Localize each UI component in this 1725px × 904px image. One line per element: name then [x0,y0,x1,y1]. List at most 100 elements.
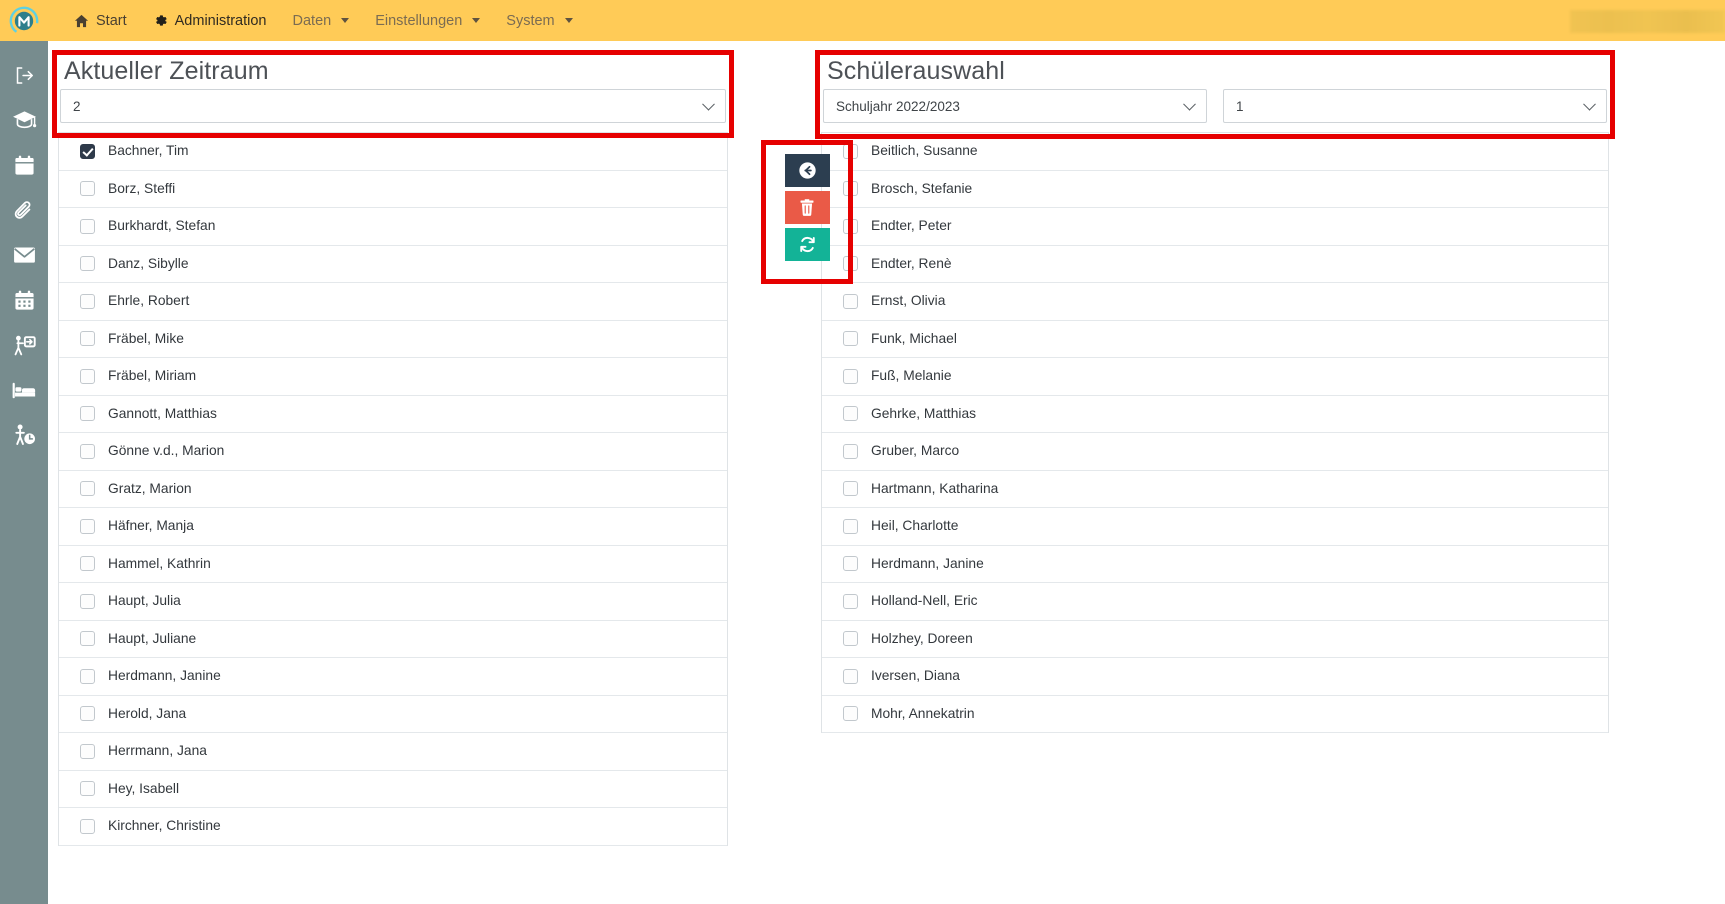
student-checkbox[interactable] [80,593,95,609]
list-item[interactable]: Iversen, Diana [822,658,1608,696]
list-item[interactable]: Herrmann, Jana [59,733,727,771]
nav-item-daten-label: Daten [292,12,332,29]
right-student-list[interactable]: Beitlich, Susanne Brosch, Stefanie Endter,… [821,132,1609,733]
nav-item-administration[interactable]: Administration [140,0,280,41]
student-checkbox[interactable] [80,331,95,347]
student-checkbox[interactable] [80,556,95,572]
student-checkbox[interactable] [843,368,858,384]
student-checkbox[interactable] [843,256,858,272]
list-item[interactable]: Burkhardt, Stefan [59,208,727,246]
list-item[interactable]: Hammel, Kathrin [59,545,727,583]
list-item[interactable]: Heil, Charlotte [822,508,1608,546]
list-item[interactable]: Fräbel, Mike [59,320,727,358]
delete-button[interactable] [784,191,830,224]
list-item[interactable]: Ehrle, Robert [59,283,727,321]
student-checkbox[interactable] [80,706,95,722]
list-item[interactable]: Funk, Michael [822,320,1608,358]
student-checkbox[interactable] [843,668,858,684]
list-item[interactable]: Gehrke, Matthias [822,395,1608,433]
list-item[interactable]: Borz, Steffi [59,170,727,208]
schoolyear-select[interactable]: Schuljahr 2022/2023 [823,89,1207,123]
student-checkbox[interactable] [80,256,95,272]
list-item[interactable]: Beitlich, Susanne [822,133,1608,171]
sidebar-item-logout[interactable] [2,59,46,91]
student-checkbox[interactable] [80,781,95,797]
student-checkbox[interactable] [80,481,95,497]
student-checkbox[interactable] [843,331,858,347]
student-checkbox[interactable] [843,218,858,234]
list-item[interactable]: Herold, Jana [59,695,727,733]
student-checkbox[interactable] [843,706,858,722]
student-checkbox[interactable] [843,181,858,197]
list-item[interactable]: Fräbel, Miriam [59,358,727,396]
list-item[interactable]: Mohr, Annekatrin [822,695,1608,733]
list-item[interactable]: Gönne v.d., Marion [59,433,727,471]
gear-icon [153,13,168,28]
list-item[interactable]: Endter, Renè [822,245,1608,283]
class-select[interactable]: 1 [1223,89,1607,123]
student-checkbox[interactable] [80,293,95,309]
nav-item-daten[interactable]: Daten [280,0,363,41]
sidebar-item-person-info[interactable] [2,419,46,451]
student-checkbox[interactable] [843,143,858,159]
student-checkbox[interactable] [80,143,95,159]
student-checkbox[interactable] [843,631,858,647]
nav-item-system[interactable]: System [493,0,585,41]
student-checkbox[interactable] [80,818,95,834]
sidebar-item-teaching[interactable] [2,329,46,361]
app-logo-m-circle-icon [9,6,39,36]
sidebar-item-calendar[interactable] [2,149,46,181]
student-checkbox[interactable] [843,556,858,572]
student-checkbox[interactable] [80,518,95,534]
student-checkbox[interactable] [80,631,95,647]
student-checkbox[interactable] [80,443,95,459]
student-checkbox[interactable] [843,406,858,422]
student-checkbox[interactable] [843,293,858,309]
student-checkbox[interactable] [80,368,95,384]
list-item[interactable]: Endter, Peter [822,208,1608,246]
list-item[interactable]: Holland-Nell, Eric [822,583,1608,621]
list-item[interactable]: Haupt, Julia [59,583,727,621]
sidebar-item-boarding[interactable] [2,374,46,406]
student-checkbox[interactable] [843,443,858,459]
student-checkbox[interactable] [80,218,95,234]
student-name-label: Mohr, Annekatrin [871,705,975,721]
list-item[interactable]: Herdmann, Janine [822,545,1608,583]
list-item[interactable]: Bachner, Tim [59,133,727,171]
student-checkbox[interactable] [80,743,95,759]
student-checkbox[interactable] [80,406,95,422]
sidebar-item-attachments[interactable] [2,194,46,226]
aktueller-zeitraum-panel: Aktueller Zeitraum 2 Bachner, Tim Borz, S… [58,41,728,846]
refresh-button[interactable] [784,228,830,261]
app-logo[interactable] [0,0,48,41]
list-item[interactable]: Häfner, Manja [59,508,727,546]
list-item[interactable]: Holzhey, Doreen [822,620,1608,658]
schuelerauswahl-panel: Schülerauswahl Schuljahr 2022/2023 1 Bei… [821,41,1609,733]
nav-item-start[interactable]: Start [61,0,140,41]
list-item[interactable]: Ernst, Olivia [822,283,1608,321]
student-checkbox[interactable] [80,181,95,197]
student-checkbox[interactable] [843,481,858,497]
list-item[interactable]: Danz, Sibylle [59,245,727,283]
list-item[interactable]: Gruber, Marco [822,433,1608,471]
student-checkbox[interactable] [843,593,858,609]
sidebar-item-education[interactable] [2,104,46,136]
list-item[interactable]: Gannott, Matthias [59,395,727,433]
list-item[interactable]: Gratz, Marion [59,470,727,508]
list-item[interactable]: Hartmann, Katharina [822,470,1608,508]
left-student-list[interactable]: Bachner, Tim Borz, Steffi Burkhardt, Stefa… [58,132,728,846]
student-checkbox[interactable] [843,518,858,534]
student-checkbox[interactable] [80,668,95,684]
sidebar-item-schedule[interactable] [2,284,46,316]
nav-item-einstellungen[interactable]: Einstellungen [362,0,493,41]
list-item[interactable]: Kirchner, Christine [59,808,727,846]
list-item[interactable]: Hey, Isabell [59,770,727,808]
list-item[interactable]: Haupt, Juliane [59,620,727,658]
period-select[interactable]: 2 [60,89,726,123]
move-left-button[interactable] [784,154,830,187]
user-account-area[interactable] [1570,10,1725,33]
list-item[interactable]: Brosch, Stefanie [822,170,1608,208]
list-item[interactable]: Herdmann, Janine [59,658,727,696]
sidebar-item-mail[interactable] [2,239,46,271]
list-item[interactable]: Fuß, Melanie [822,358,1608,396]
